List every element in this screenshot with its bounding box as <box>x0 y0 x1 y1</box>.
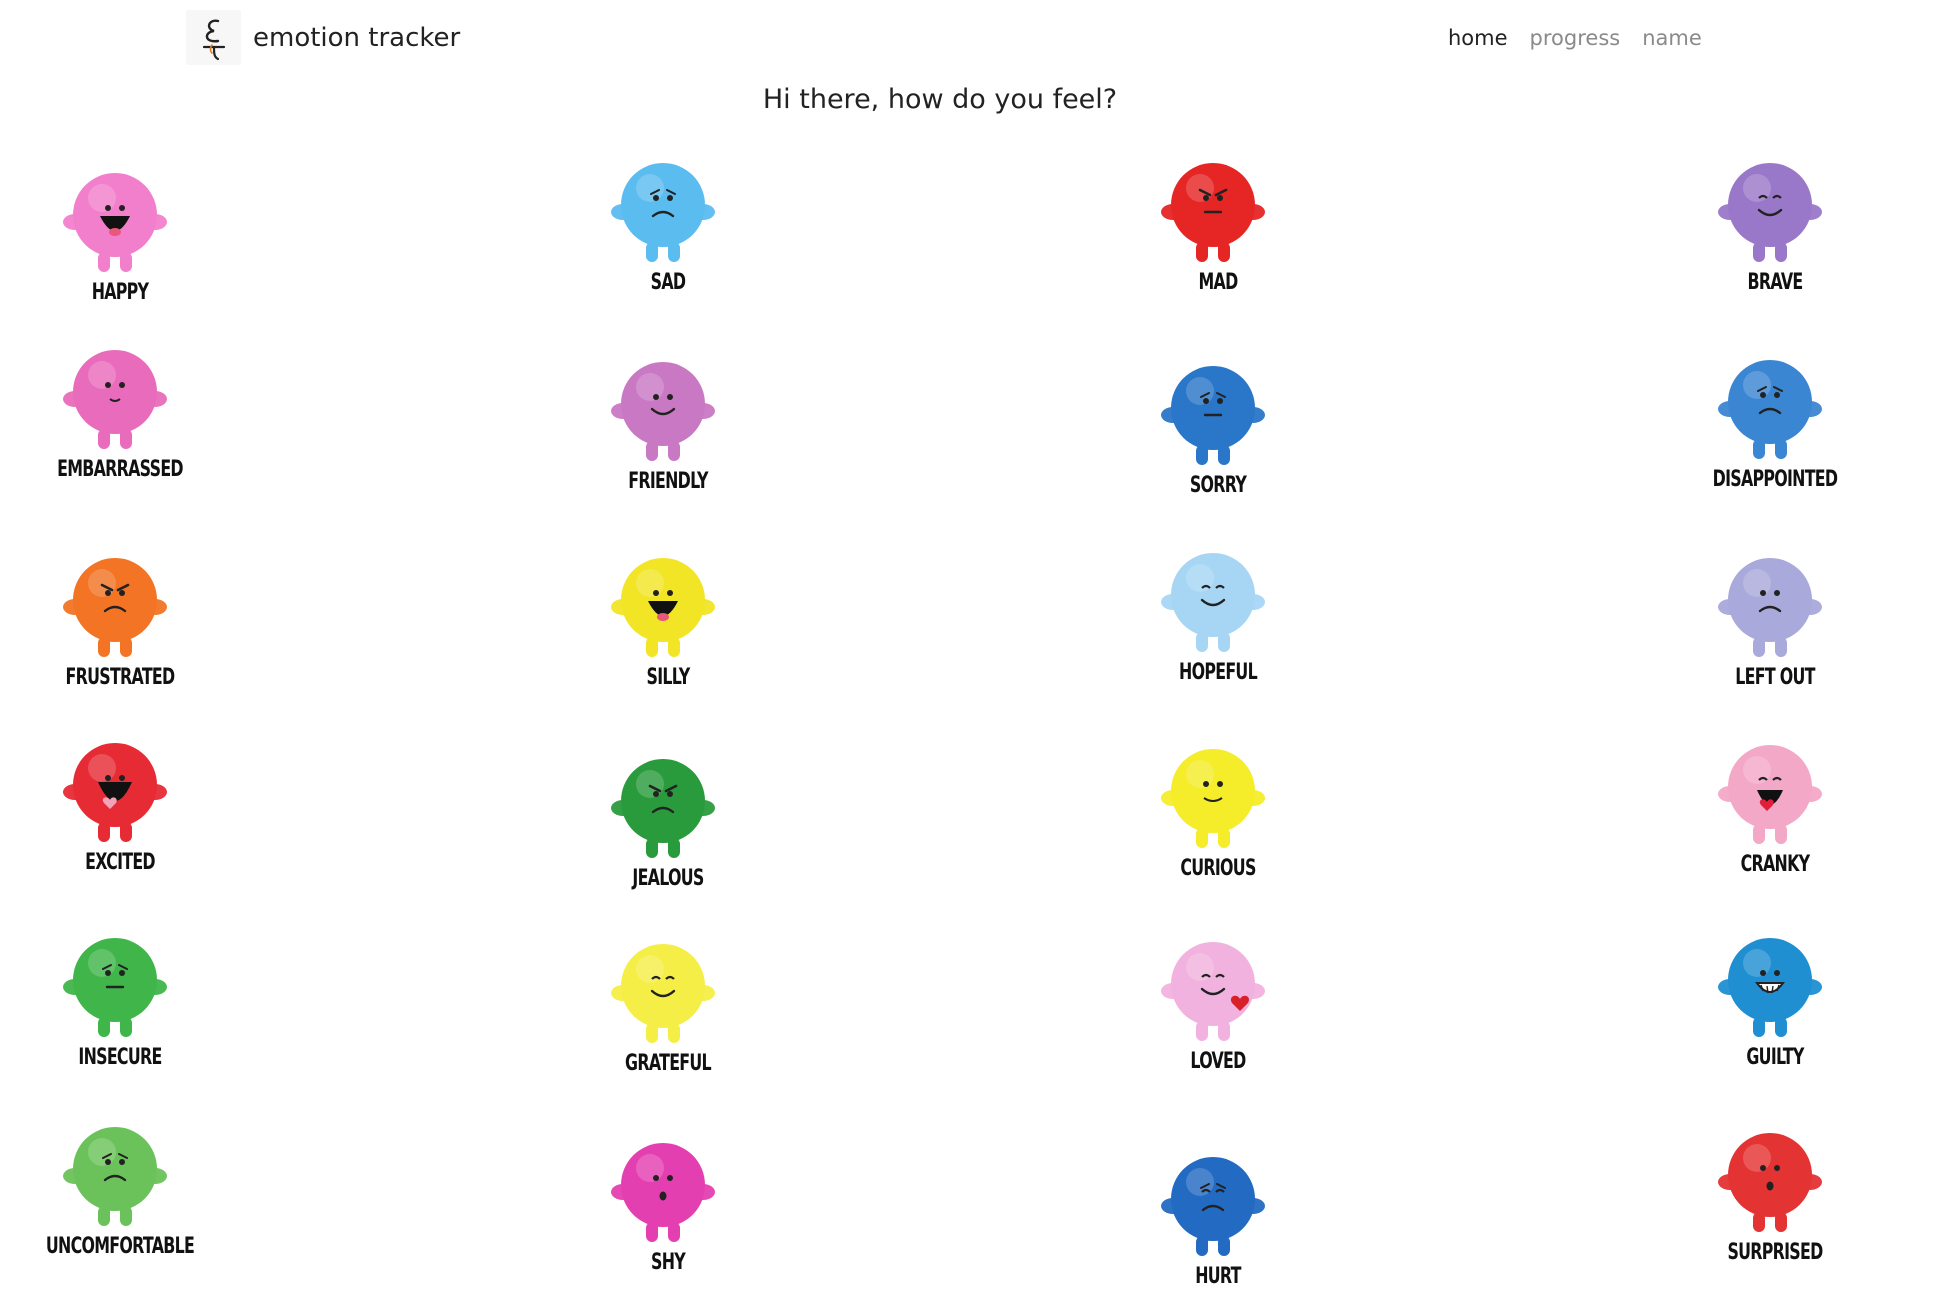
emotion-card-embarrassed[interactable]: EMBARRASSED <box>35 337 205 497</box>
emotion-card-disappointed[interactable]: DISAPPOINTED <box>1690 347 1860 507</box>
emotion-card-brave[interactable]: BRAVE <box>1690 150 1860 310</box>
emotion-label: CURIOUS <box>1180 856 1256 881</box>
emotion-card-loved[interactable]: LOVED <box>1133 929 1303 1089</box>
emotion-card-grateful[interactable]: GRATEFUL <box>583 931 753 1091</box>
emotion-label: INSECURE <box>78 1045 162 1070</box>
emotion-grid: HAPPY SAD MAD BRAVE EMBARRASSED FRIENDLY… <box>0 0 1950 1311</box>
emotion-label: CRANKY <box>1740 852 1810 877</box>
emotion-label: FRUSTRATED <box>65 665 176 690</box>
emotion-label: SILLY <box>646 665 691 690</box>
emotion-card-surprised[interactable]: SURPRISED <box>1690 1120 1860 1280</box>
emotion-label: SORRY <box>1189 473 1247 498</box>
emotion-label: GRATEFUL <box>625 1051 712 1076</box>
emotion-card-sorry[interactable]: SORRY <box>1133 353 1303 513</box>
emotion-label: DISAPPOINTED <box>1712 467 1838 492</box>
emotion-card-uncomfortable[interactable]: UNCOMFORTABLE <box>35 1114 205 1274</box>
emotion-card-insecure[interactable]: INSECURE <box>35 925 205 1085</box>
emotion-label: SHY <box>651 1250 686 1275</box>
emotion-label: BRAVE <box>1747 270 1804 295</box>
emotion-card-left-out[interactable]: LEFT OUT <box>1690 545 1860 705</box>
emotion-card-cranky[interactable]: CRANKY <box>1690 732 1860 892</box>
emotion-label: LEFT OUT <box>1735 665 1815 690</box>
emotion-card-frustrated[interactable]: FRUSTRATED <box>35 545 205 705</box>
emotion-label: MAD <box>1198 270 1238 295</box>
emotion-card-hopeful[interactable]: HOPEFUL <box>1133 540 1303 700</box>
emotion-card-silly[interactable]: SILLY <box>583 545 753 705</box>
emotion-label: UNCOMFORTABLE <box>45 1234 195 1259</box>
emotion-label: SURPRISED <box>1727 1240 1823 1265</box>
emotion-card-hurt[interactable]: HURT <box>1133 1144 1303 1304</box>
emotion-label: JEALOUS <box>632 866 704 891</box>
emotion-card-happy[interactable]: HAPPY <box>35 160 205 320</box>
emotion-card-curious[interactable]: CURIOUS <box>1133 736 1303 896</box>
emotion-label: HURT <box>1195 1264 1241 1289</box>
emotion-card-jealous[interactable]: JEALOUS <box>583 746 753 906</box>
emotion-card-excited[interactable]: EXCITED <box>35 730 205 890</box>
emotion-card-mad[interactable]: MAD <box>1133 150 1303 310</box>
emotion-card-guilty[interactable]: GUILTY <box>1690 925 1860 1085</box>
emotion-label: FRIENDLY <box>628 469 708 494</box>
emotion-label: GUILTY <box>1746 1045 1804 1070</box>
emotion-card-shy[interactable]: SHY <box>583 1130 753 1290</box>
emotion-label: SAD <box>650 270 686 295</box>
emotion-label: EMBARRASSED <box>57 457 183 482</box>
emotion-card-sad[interactable]: SAD <box>583 150 753 310</box>
emotion-label: HAPPY <box>91 280 149 305</box>
emotion-label: EXCITED <box>85 850 155 875</box>
emotion-label: LOVED <box>1190 1049 1246 1074</box>
emotion-card-friendly[interactable]: FRIENDLY <box>583 349 753 509</box>
emotion-label: HOPEFUL <box>1179 660 1258 685</box>
